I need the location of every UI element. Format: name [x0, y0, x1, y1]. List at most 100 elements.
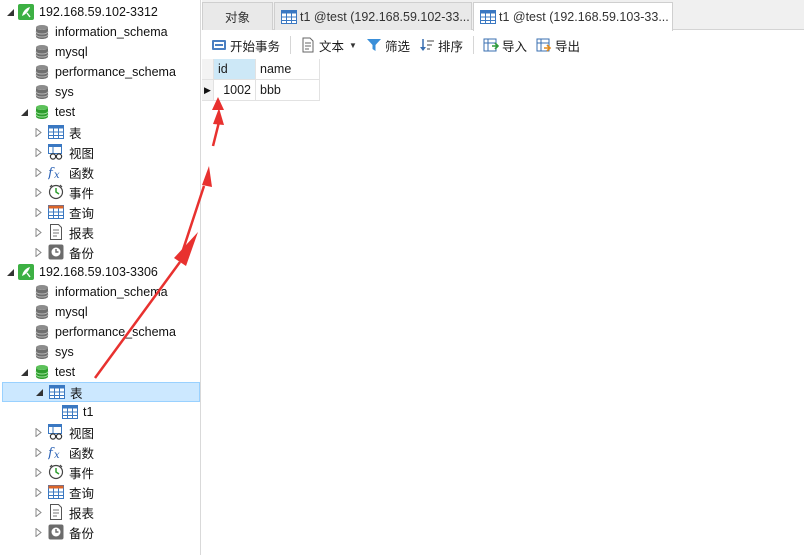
tree-node-label: 视图 — [69, 426, 95, 441]
collapsed-arrow-icon[interactable] — [32, 146, 44, 158]
expanded-arrow-icon[interactable] — [18, 106, 30, 118]
tree-node[interactable]: 查询 — [0, 482, 200, 502]
query-icon — [48, 204, 64, 220]
collapsed-arrow-icon[interactable] — [32, 486, 44, 498]
tree-node-label: 备份 — [69, 526, 95, 541]
tree-node[interactable]: 192.168.59.102-3312 — [0, 2, 200, 22]
tree-node[interactable]: 视图 — [0, 422, 200, 442]
sort-label: 排序 — [437, 39, 463, 54]
report-icon — [48, 224, 64, 240]
function-icon: fx — [48, 164, 64, 180]
tree-node-label: t1 — [83, 405, 94, 419]
tree-node[interactable]: 备份 — [0, 242, 200, 262]
expanded-arrow-icon[interactable] — [33, 386, 45, 398]
tree-node[interactable]: information_schema — [0, 282, 200, 302]
current-row-arrow-icon: ▶ — [204, 84, 211, 95]
collapsed-arrow-icon[interactable] — [32, 226, 44, 238]
collapsed-arrow-icon[interactable] — [32, 466, 44, 478]
tree-node[interactable]: performance_schema — [0, 62, 200, 82]
tree-node[interactable]: 事件 — [0, 182, 200, 202]
tree-node[interactable]: mysql — [0, 302, 200, 322]
tree-node[interactable]: test — [0, 362, 200, 382]
collapsed-arrow-icon[interactable] — [32, 186, 44, 198]
report-icon — [48, 504, 64, 520]
expanded-arrow-icon[interactable] — [4, 266, 16, 278]
tree-node[interactable]: 192.168.59.103-3306 — [0, 262, 200, 282]
column-header-id[interactable]: id — [214, 59, 256, 80]
tree-node[interactable]: f x 函数 — [0, 162, 200, 182]
connection-tree[interactable]: 192.168.59.102-3312 information_schema mys… — [0, 0, 201, 555]
tree-node-label: sys — [55, 345, 74, 359]
cell-id[interactable]: 1002 — [214, 80, 256, 101]
collapsed-arrow-icon[interactable] — [32, 246, 44, 258]
tree-node[interactable]: f x 函数 — [0, 442, 200, 462]
import-button[interactable]: 导入 — [480, 34, 530, 56]
collapsed-arrow-icon[interactable] — [32, 446, 44, 458]
connection-icon — [18, 4, 34, 20]
row-indicator[interactable]: ▶ — [202, 80, 214, 101]
tree-node-label: 事件 — [69, 466, 95, 481]
text-button[interactable]: 文本 ▼ — [297, 34, 360, 56]
export-icon — [536, 37, 552, 53]
tree-node[interactable]: 备份 — [0, 522, 200, 542]
svg-text:x: x — [54, 450, 60, 460]
tree-node[interactable]: 事件 — [0, 462, 200, 482]
tree-node[interactable]: 报表 — [0, 502, 200, 522]
collapsed-arrow-icon[interactable] — [32, 166, 44, 178]
tree-node[interactable]: sys — [0, 82, 200, 102]
svg-text:x: x — [54, 170, 60, 180]
column-header-name[interactable]: name — [256, 59, 320, 80]
tree-node[interactable]: 视图 — [0, 142, 200, 162]
tree-node-label: 备份 — [69, 246, 95, 261]
tree-node[interactable]: performance_schema — [0, 322, 200, 342]
cell-name[interactable]: bbb — [256, 80, 320, 101]
tree-node[interactable]: sys — [0, 342, 200, 362]
tree-node-label: performance_schema — [55, 325, 176, 339]
database-icon — [34, 24, 50, 40]
tree-node-label: test — [55, 365, 76, 379]
export-button[interactable]: 导出 — [533, 34, 583, 56]
filter-icon — [366, 37, 382, 53]
tree-node[interactable]: 查询 — [0, 202, 200, 222]
tab-1[interactable]: t1 @test (192.168.59.102-33... — [274, 2, 472, 30]
expanded-arrow-icon[interactable] — [4, 6, 16, 18]
document-icon — [300, 37, 316, 53]
tree-node[interactable]: 表 — [0, 122, 200, 142]
tab-0[interactable]: 对象 — [202, 2, 273, 30]
tree-node-label: 报表 — [69, 506, 95, 521]
tree-node-label: 视图 — [69, 146, 95, 161]
table-icon — [62, 404, 78, 420]
database-icon — [34, 44, 50, 60]
tab-2[interactable]: t1 @test (192.168.59.103-33... — [473, 2, 673, 31]
tree-node[interactable]: test — [0, 102, 200, 122]
collapsed-arrow-icon[interactable] — [32, 526, 44, 538]
collapsed-arrow-icon[interactable] — [32, 506, 44, 518]
begin-transaction-icon — [211, 37, 227, 53]
database-open-icon — [34, 364, 50, 380]
tree-node-label: 查询 — [69, 206, 95, 221]
collapsed-arrow-icon[interactable] — [32, 426, 44, 438]
database-icon — [34, 64, 50, 80]
collapsed-arrow-icon[interactable] — [32, 206, 44, 218]
filter-button[interactable]: 筛选 — [363, 34, 413, 56]
view-icon — [48, 144, 64, 160]
main-panel: 对象 t1 @test (192.168.59.102-33... t1 @test… — [202, 0, 804, 555]
sort-button[interactable]: 排序 — [416, 34, 466, 56]
begin-transaction-button[interactable]: 开始事务 — [208, 34, 283, 56]
table-icon — [281, 9, 297, 25]
tree-node-label: mysql — [55, 305, 88, 319]
expanded-arrow-icon[interactable] — [18, 366, 30, 378]
table-icon — [480, 9, 496, 25]
collapsed-arrow-icon[interactable] — [32, 126, 44, 138]
tree-node[interactable]: mysql — [0, 42, 200, 62]
tree-node-label: performance_schema — [55, 65, 176, 79]
tree-node[interactable]: 报表 — [0, 222, 200, 242]
event-icon — [48, 464, 64, 480]
tree-node[interactable]: 表 — [2, 382, 200, 402]
tree-node[interactable]: t1 — [0, 402, 200, 422]
connection-icon — [18, 264, 34, 280]
tree-node[interactable]: information_schema — [0, 22, 200, 42]
tree-node-label: 查询 — [69, 486, 95, 501]
database-icon — [34, 84, 50, 100]
